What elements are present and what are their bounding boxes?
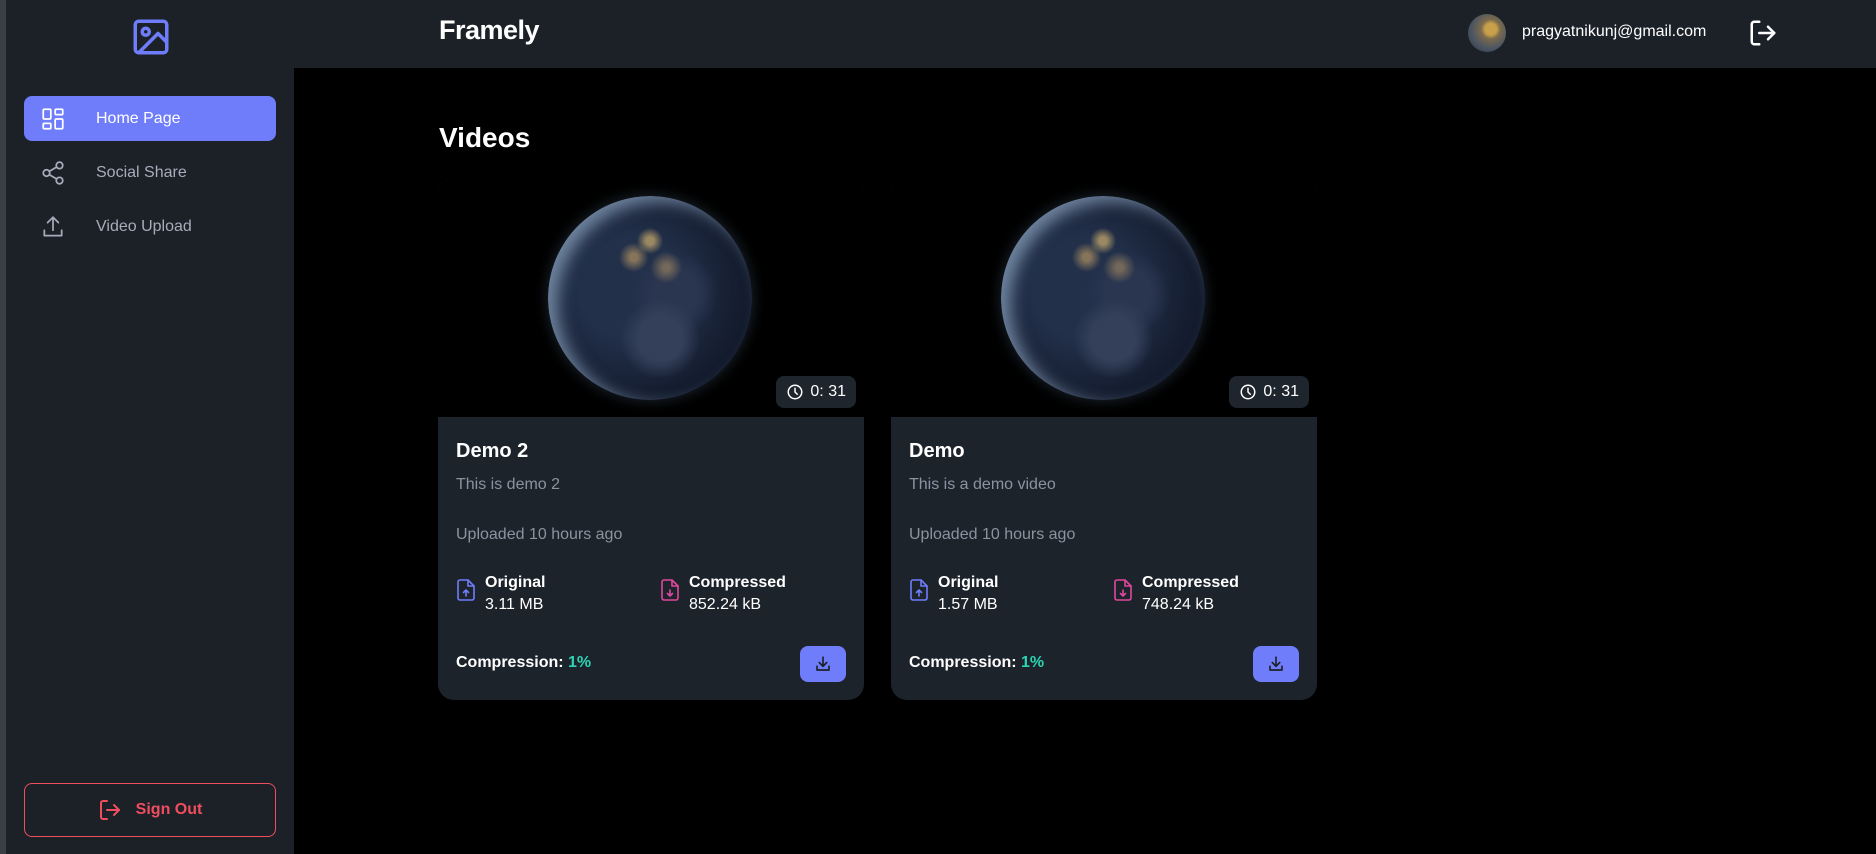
upload-icon: [43, 216, 63, 237]
video-card: 0: 31 Demo This is a demo video Uploaded…: [891, 178, 1317, 700]
duration-badge: 0: 31: [776, 376, 856, 408]
brand-title[interactable]: Framely: [439, 15, 540, 46]
duration-badge: 0: 31: [1229, 376, 1309, 408]
sidebar-item-video-upload[interactable]: Video Upload: [24, 204, 276, 249]
top-bar: Framely pragyatnikunj@gmail.com: [294, 0, 1876, 68]
sign-out-label: Sign Out: [135, 801, 203, 818]
compressed-label: Compressed: [1142, 574, 1239, 591]
compressed-label: Compressed: [689, 574, 786, 591]
compression-label: Compression:: [909, 654, 1017, 671]
sidebar-item-social-share[interactable]: Social Share: [24, 150, 276, 195]
sidebar-item-label: Social Share: [96, 163, 187, 181]
page-title: Videos: [439, 122, 531, 153]
file-download-icon: [1114, 579, 1132, 601]
compression-stat: Compression: 1%: [456, 654, 591, 672]
video-title: Demo 2: [456, 440, 529, 462]
avatar[interactable]: [1468, 14, 1506, 52]
compression-stat: Compression: 1%: [909, 654, 1044, 672]
download-button[interactable]: [1253, 646, 1299, 682]
clock-icon: [1240, 384, 1256, 400]
file-upload-icon: [910, 579, 928, 601]
video-thumbnail[interactable]: 0: 31: [891, 178, 1317, 417]
clock-icon: [787, 384, 803, 400]
image-logo-icon[interactable]: [130, 16, 172, 58]
user-email: pragyatnikunj@gmail.com: [1522, 23, 1707, 40]
video-title: Demo: [909, 440, 965, 462]
earth-thumbnail-image: [1001, 196, 1205, 400]
compression-value: 1%: [1021, 654, 1045, 671]
original-label: Original: [938, 574, 999, 591]
original-value: 3.11 MB: [485, 596, 544, 613]
download-icon: [1269, 656, 1283, 671]
video-description: This is demo 2: [456, 476, 561, 493]
dashboard-icon: [42, 108, 64, 130]
download-button[interactable]: [800, 646, 846, 682]
compression-label: Compression:: [456, 654, 564, 671]
duration-text: 0: 31: [810, 383, 846, 400]
sidebar-item-home-page[interactable]: Home Page: [24, 96, 276, 141]
sign-out-button[interactable]: Sign Out: [24, 783, 276, 837]
upload-time: Uploaded 10 hours ago: [456, 526, 623, 543]
logout-icon[interactable]: [1748, 18, 1778, 48]
compression-value: 1%: [568, 654, 592, 671]
video-thumbnail[interactable]: 0: 31: [438, 178, 864, 417]
original-label: Original: [485, 574, 546, 591]
logout-icon: [99, 800, 120, 820]
sidebar: Home Page Social Share Video Upload Sign…: [0, 0, 294, 854]
video-description: This is a demo video: [909, 476, 1056, 493]
compressed-value: 852.24 kB: [689, 596, 762, 613]
sidebar-item-label: Video Upload: [96, 217, 192, 235]
file-upload-icon: [457, 579, 475, 601]
download-icon: [816, 656, 830, 671]
upload-time: Uploaded 10 hours ago: [909, 526, 1076, 543]
sidebar-item-label: Home Page: [96, 109, 181, 127]
share-icon: [42, 161, 64, 185]
original-value: 1.57 MB: [938, 596, 998, 613]
compressed-value: 748.24 kB: [1142, 596, 1215, 613]
earth-thumbnail-image: [548, 196, 752, 400]
video-card: 0: 31 Demo 2 This is demo 2 Uploaded 10 …: [438, 178, 864, 700]
duration-text: 0: 31: [1263, 383, 1299, 400]
file-download-icon: [661, 579, 679, 601]
